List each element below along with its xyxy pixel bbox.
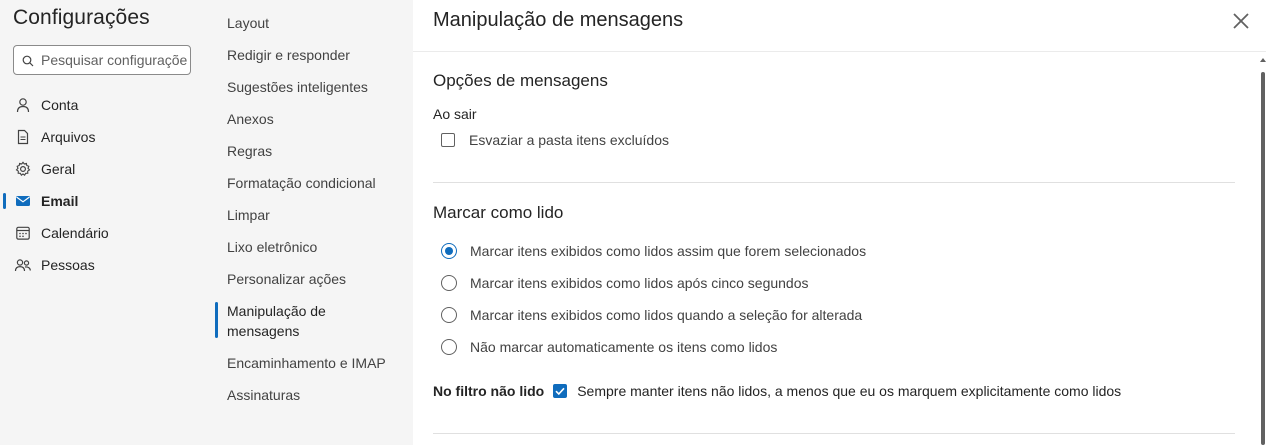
close-icon — [1233, 13, 1249, 29]
mark-read-option-on-select[interactable]: Marcar itens exibidos como lidos assim q… — [441, 243, 866, 259]
empty-deleted-checkbox[interactable] — [441, 133, 455, 147]
sidebar-item-arquivos[interactable]: Arquivos — [0, 121, 213, 153]
unread-filter-label: No filtro não lido — [433, 383, 545, 399]
scrollbar-thumb[interactable] — [1261, 72, 1265, 445]
sidebar-item-email[interactable]: Email — [0, 185, 213, 217]
people-icon — [14, 256, 32, 274]
mark-read-option-five-seconds[interactable]: Marcar itens exibidos como lidos após ci… — [441, 275, 809, 291]
on-exit-label: Ao sair — [433, 106, 477, 122]
message-options-heading: Opções de mensagens — [433, 71, 608, 90]
header-divider — [413, 51, 1266, 52]
subnav-item-formatacao-condicional[interactable]: Formatação condicional — [227, 173, 376, 193]
subnav-item-limpar[interactable]: Limpar — [227, 205, 270, 225]
radio-button[interactable] — [441, 339, 457, 355]
mark-as-read-heading: Marcar como lido — [433, 203, 564, 222]
keep-unread-checkbox[interactable] — [553, 384, 568, 398]
search-icon — [22, 54, 34, 72]
person-icon — [14, 96, 32, 114]
subnav-item-encaminhamento-e-imap[interactable]: Encaminhamento e IMAP — [227, 353, 386, 373]
section-divider — [433, 433, 1235, 434]
sidebar-item-label: Pessoas — [41, 257, 95, 273]
option-label: Não marcar automaticamente os itens como… — [470, 339, 778, 355]
unread-filter-row: No filtro não lido Sempre manter itens n… — [433, 383, 1121, 399]
empty-deleted-option[interactable]: Esvaziar a pasta itens excluídos — [441, 132, 669, 148]
mark-read-option-selection-change[interactable]: Marcar itens exibidos como lidos quando … — [441, 307, 862, 323]
sidebar-item-label: Arquivos — [41, 129, 96, 145]
subnav-item-personalizar-acoes[interactable]: Personalizar ações — [227, 269, 346, 289]
page-title: Manipulação de mensagens — [433, 9, 684, 31]
subnav-item-regras[interactable]: Regras — [227, 141, 272, 161]
subnav-item-manipulacao-de-mensagens-line2[interactable]: mensagens — [227, 321, 299, 341]
email-settings-subnav: Layout Redigir e responder Sugestões int… — [213, 0, 412, 445]
sidebar-item-label: Conta — [41, 97, 79, 113]
calendar-icon — [14, 224, 32, 242]
subnav-item-lixo-eletronico[interactable]: Lixo eletrônico — [227, 237, 317, 257]
settings-search-box[interactable] — [13, 45, 191, 75]
mark-read-option-never[interactable]: Não marcar automaticamente os itens como… — [441, 339, 777, 355]
subnav-item-layout[interactable]: Layout — [227, 13, 269, 33]
radio-button-selected[interactable] — [441, 243, 457, 259]
option-label: Marcar itens exibidos como lidos assim q… — [470, 243, 867, 259]
sidebar-item-pessoas[interactable]: Pessoas — [0, 249, 213, 281]
sidebar-item-geral[interactable]: Geral — [0, 153, 213, 185]
settings-sidebar: Configurações Conta Arquivos Geral — [0, 0, 213, 445]
checkmark-icon — [555, 387, 565, 396]
settings-content-panel: Manipulação de mensagens Opções de mensa… — [413, 0, 1266, 445]
subnav-item-redigir-e-responder[interactable]: Redigir e responder — [227, 45, 350, 65]
sidebar-item-label: Geral — [41, 161, 76, 177]
scrollbar[interactable] — [1258, 52, 1266, 445]
subnav-item-sugestoes-inteligentes[interactable]: Sugestões inteligentes — [227, 77, 368, 97]
subnav-item-manipulacao-de-mensagens[interactable]: Manipulação de — [227, 301, 326, 321]
keep-unread-label[interactable]: Sempre manter itens não lidos, a menos q… — [577, 383, 1121, 399]
section-divider — [433, 182, 1235, 183]
sidebar-item-calendario[interactable]: Calendário — [0, 217, 213, 249]
radio-button[interactable] — [441, 275, 457, 291]
settings-search-input[interactable] — [41, 50, 189, 70]
mail-icon — [14, 192, 32, 210]
subnav-item-assinaturas[interactable]: Assinaturas — [227, 385, 300, 405]
sidebar-item-label: Calendário — [41, 225, 109, 241]
close-button[interactable] — [1230, 10, 1252, 32]
active-indicator — [215, 302, 218, 338]
settings-category-list: Conta Arquivos Geral Email Calendário Pe… — [0, 89, 213, 281]
document-icon — [14, 128, 32, 146]
sidebar-item-label: Email — [41, 193, 79, 209]
sidebar-item-conta[interactable]: Conta — [0, 89, 213, 121]
gear-icon — [14, 160, 32, 178]
settings-title: Configurações — [13, 6, 150, 29]
subnav-item-anexos[interactable]: Anexos — [227, 109, 274, 129]
empty-deleted-label: Esvaziar a pasta itens excluídos — [469, 132, 669, 148]
radio-button[interactable] — [441, 307, 457, 323]
option-label: Marcar itens exibidos como lidos quando … — [470, 307, 863, 323]
option-label: Marcar itens exibidos como lidos após ci… — [470, 275, 809, 291]
scroll-up-icon[interactable] — [1260, 58, 1266, 62]
